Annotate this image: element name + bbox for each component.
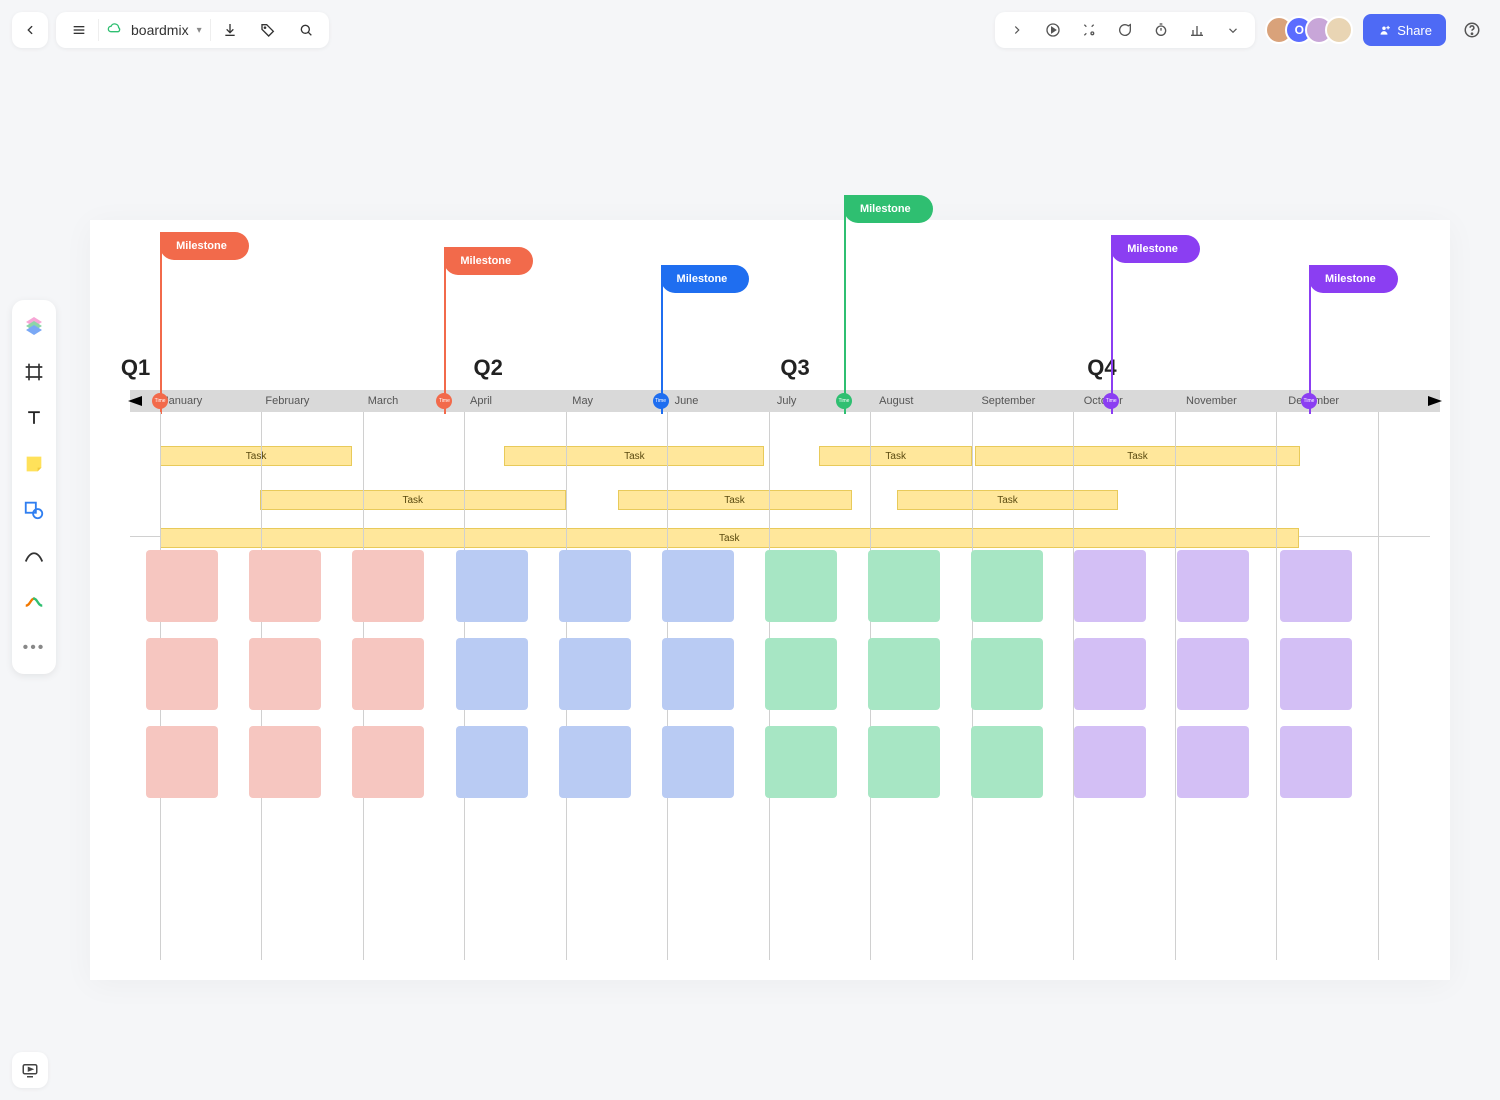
- quarter-label: Q3: [780, 355, 809, 381]
- milestone-flag: Milestone: [1111, 235, 1200, 263]
- sticky-note[interactable]: [352, 550, 424, 622]
- sticky-note[interactable]: [971, 726, 1043, 798]
- milestone-flag: Milestone: [844, 195, 933, 223]
- canvas[interactable]: January February March April May June July Augu…: [90, 220, 1450, 980]
- sparkle-icon[interactable]: [1073, 14, 1105, 46]
- back-button[interactable]: [12, 12, 48, 48]
- sticky-note[interactable]: [456, 638, 528, 710]
- month-label: November: [1186, 390, 1237, 412]
- menu-button[interactable]: [60, 12, 98, 48]
- shape-tool[interactable]: [18, 494, 50, 526]
- sticky-note[interactable]: [868, 726, 940, 798]
- month-label: August: [879, 390, 913, 412]
- sticky-note[interactable]: [765, 550, 837, 622]
- download-button[interactable]: [211, 12, 249, 48]
- sticky-note[interactable]: [249, 638, 321, 710]
- sticky-note[interactable]: [559, 550, 631, 622]
- milestone-pin[interactable]: Time: [1301, 393, 1317, 409]
- sticky-note[interactable]: [662, 638, 734, 710]
- sticky-note[interactable]: [1074, 726, 1146, 798]
- templates-tool[interactable]: [18, 310, 50, 342]
- comment-icon[interactable]: [1109, 14, 1141, 46]
- pen-tool[interactable]: [18, 540, 50, 572]
- quarter-label: Q2: [474, 355, 503, 381]
- milestone-flag: Milestone: [661, 265, 750, 293]
- sticky-note[interactable]: [868, 550, 940, 622]
- milestone-pin[interactable]: Time: [152, 393, 168, 409]
- sticky-note[interactable]: [146, 726, 218, 798]
- sticky-note[interactable]: [1177, 726, 1249, 798]
- collaborator-avatars[interactable]: O: [1265, 16, 1353, 44]
- more-shapes[interactable]: •••: [18, 632, 50, 664]
- sticky-note[interactable]: [1074, 638, 1146, 710]
- document-title: boardmix: [131, 22, 189, 38]
- milestone-flag: Milestone: [1309, 265, 1398, 293]
- document-title-dropdown[interactable]: boardmix ▾: [99, 12, 210, 48]
- month-label: July: [777, 390, 797, 412]
- sticky-note[interactable]: [559, 638, 631, 710]
- month-label: September: [981, 390, 1035, 412]
- sticky-note[interactable]: [1177, 638, 1249, 710]
- sticky-note[interactable]: [1280, 550, 1352, 622]
- sticky-note[interactable]: [1280, 638, 1352, 710]
- sticky-note[interactable]: [971, 638, 1043, 710]
- text-tool[interactable]: [18, 402, 50, 434]
- milestone-pin[interactable]: Time: [836, 393, 852, 409]
- sticky-note[interactable]: [868, 638, 940, 710]
- month-label: May: [572, 390, 593, 412]
- sticky-note[interactable]: [146, 638, 218, 710]
- tag-button[interactable]: [249, 12, 287, 48]
- milestone-flag: Milestone: [160, 232, 249, 260]
- month-label: February: [265, 390, 309, 412]
- sticky-note[interactable]: [249, 550, 321, 622]
- chevron-down-icon: ▾: [197, 25, 202, 36]
- milestone-flag: Milestone: [444, 247, 533, 275]
- avatar[interactable]: [1325, 16, 1353, 44]
- sticky-note[interactable]: [1280, 726, 1352, 798]
- expand-right-icon[interactable]: [1001, 14, 1033, 46]
- sticky-note[interactable]: [1177, 550, 1249, 622]
- sticky-note[interactable]: [662, 550, 734, 622]
- sticky-note[interactable]: [352, 638, 424, 710]
- chart-icon[interactable]: [1181, 14, 1213, 46]
- connector-tool[interactable]: [18, 586, 50, 618]
- sticky-note[interactable]: [456, 726, 528, 798]
- sticky-note[interactable]: [971, 550, 1043, 622]
- milestone-pin[interactable]: Time: [653, 393, 669, 409]
- sticky-note[interactable]: [559, 726, 631, 798]
- sticky-note[interactable]: [456, 550, 528, 622]
- presentation-button[interactable]: [12, 1052, 48, 1088]
- more-tools-dropdown[interactable]: [1217, 14, 1249, 46]
- sticky-note[interactable]: [662, 726, 734, 798]
- month-label: March: [368, 390, 399, 412]
- month-label: April: [470, 390, 492, 412]
- sticky-note[interactable]: [765, 726, 837, 798]
- sticky-note-tool[interactable]: [18, 448, 50, 480]
- frame-tool[interactable]: [18, 356, 50, 388]
- cloud-icon: [107, 21, 123, 40]
- sticky-note[interactable]: [249, 726, 321, 798]
- share-label: Share: [1397, 23, 1432, 38]
- month-label: January: [163, 390, 202, 412]
- sticky-note[interactable]: [765, 638, 837, 710]
- sticky-note[interactable]: [1074, 550, 1146, 622]
- play-icon[interactable]: [1037, 14, 1069, 46]
- sticky-note[interactable]: [352, 726, 424, 798]
- sticky-note[interactable]: [146, 550, 218, 622]
- timer-icon[interactable]: [1145, 14, 1177, 46]
- share-button[interactable]: Share: [1363, 14, 1446, 46]
- quarter-label: Q1: [121, 355, 150, 381]
- month-label: June: [675, 390, 699, 412]
- search-button[interactable]: [287, 12, 325, 48]
- help-button[interactable]: [1456, 14, 1488, 46]
- top-tool-strip: [995, 12, 1255, 48]
- shape-toolbar: •••: [12, 300, 56, 674]
